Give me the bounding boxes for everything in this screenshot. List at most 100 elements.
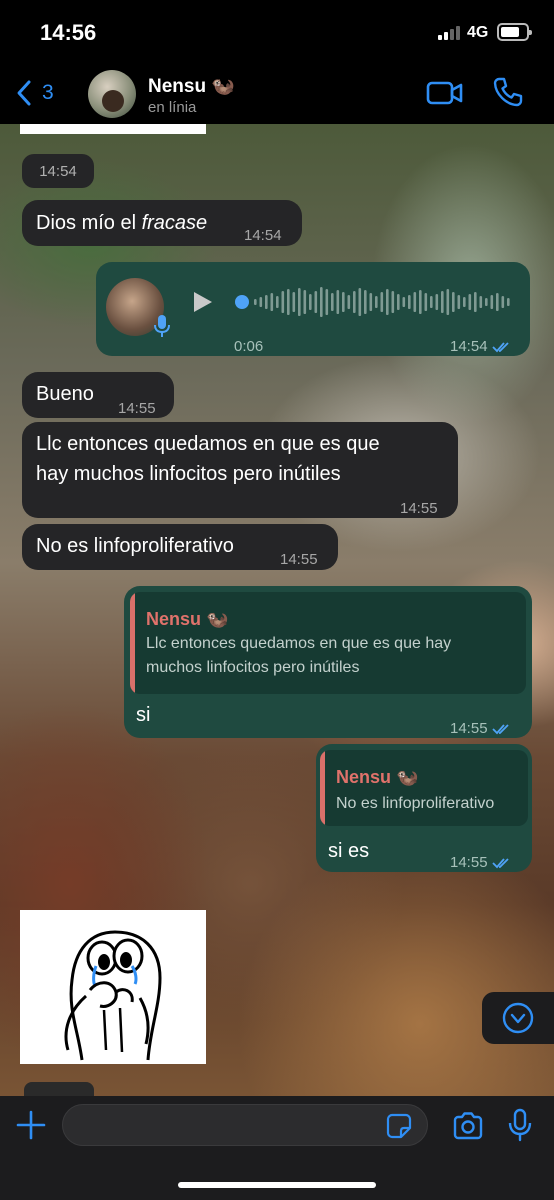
voice-duration: 0:06 <box>234 338 264 355</box>
message-time: 14:55 <box>450 714 512 744</box>
quote-text: No es linfoproliferativo <box>336 795 495 812</box>
mic-icon[interactable] <box>508 1108 532 1142</box>
home-indicator <box>178 1182 376 1188</box>
waveform-bar <box>342 292 345 312</box>
chevron-left-icon <box>17 80 31 106</box>
incoming-message[interactable]: No es linfoproliferativo 14:55 <box>22 524 338 570</box>
message-time: 14:55 <box>280 551 318 568</box>
waveform-bar <box>479 296 483 308</box>
network-type: 4G <box>467 24 489 41</box>
quoted-message[interactable]: Nensu 🦦 Llc entonces quedamos en que es … <box>130 592 526 694</box>
video-icon[interactable] <box>426 79 464 107</box>
waveform-bar <box>485 298 488 306</box>
status-time: 14:56 <box>40 20 97 45</box>
waveform-bar <box>424 293 428 311</box>
composer-bar <box>0 1096 554 1200</box>
waveform-bar <box>463 297 466 307</box>
waveform-bar <box>303 290 307 314</box>
message-time: 14:55 <box>450 848 512 878</box>
contact-status: en línia <box>148 99 197 116</box>
waveform-bars <box>235 287 516 317</box>
waveform-bar <box>457 295 461 309</box>
waveform-bar <box>386 289 389 315</box>
mic-icon <box>154 315 170 337</box>
waveform-bar <box>452 292 455 312</box>
waveform-bar <box>309 294 312 310</box>
waveform-bar <box>353 291 356 313</box>
incoming-message[interactable]: Llc entonces quedamos en que es que hay … <box>22 422 458 518</box>
message-text: Bueno <box>36 383 94 405</box>
waveform-bar <box>408 295 411 309</box>
waveform-bar <box>254 299 257 305</box>
waveform-bar <box>270 293 274 311</box>
playhead <box>235 295 249 309</box>
sticker-drawing <box>64 930 162 1061</box>
waveform-bar <box>380 292 384 312</box>
avatar[interactable] <box>88 70 136 118</box>
waveform-bar <box>496 293 499 311</box>
quote-bar <box>130 592 135 694</box>
waveform-bar <box>320 287 323 317</box>
incoming-message[interactable]: Dios mío el fracase 14:54 <box>22 200 302 246</box>
message-text: si <box>136 704 151 726</box>
scroll-to-bottom-button[interactable] <box>482 992 554 1044</box>
waveform-bar <box>259 297 263 307</box>
play-icon[interactable] <box>192 290 214 314</box>
camera-icon[interactable] <box>452 1111 484 1141</box>
voice-message[interactable]: 0:06 14:54 <box>96 262 530 356</box>
message-text: No es linfoproliferativo <box>36 535 234 557</box>
message-time: 14:54 <box>244 227 282 244</box>
waveform-bar <box>364 290 367 314</box>
waveform-bar <box>276 296 279 308</box>
sticker-image-partial[interactable] <box>20 124 206 134</box>
message-time: 14:55 <box>118 400 156 417</box>
waveform-bar <box>501 296 505 308</box>
incoming-message[interactable]: Bueno 14:55 <box>22 372 174 418</box>
battery-icon <box>497 23 532 41</box>
sticker-image[interactable] <box>20 910 206 1064</box>
waveform-bar <box>441 291 444 313</box>
waveform-bar <box>474 292 477 312</box>
quote-sender: Nensu 🦦 <box>146 609 229 629</box>
waveform-bar <box>347 295 351 309</box>
waveform[interactable] <box>234 284 516 320</box>
message-partial <box>24 1082 94 1096</box>
back-button[interactable]: 3 <box>14 76 70 110</box>
waveform-bar <box>397 294 400 310</box>
waveform-bar <box>413 292 417 312</box>
waveform-bar <box>435 294 439 310</box>
status-bar: 14:56 4G <box>0 0 554 62</box>
double-check-icon <box>491 858 509 869</box>
unread-count: 3 <box>42 81 54 104</box>
waveform-bar <box>369 293 373 311</box>
time-chip: 14:54 <box>22 154 94 188</box>
quote-text-line-2: muchos linfocitos pero inútiles <box>146 659 360 676</box>
waveform-bar <box>391 291 395 313</box>
waveform-bar <box>314 291 318 313</box>
quoted-message[interactable]: Nensu 🦦 No es linfoproliferativo <box>320 750 528 826</box>
quote-text-line-1: Llc entonces quedamos en que es que hay <box>146 635 452 652</box>
chevron-down-circle-icon <box>502 1002 534 1034</box>
waveform-bar <box>325 289 329 315</box>
sticker-icon[interactable] <box>386 1113 412 1139</box>
message-time: 14:55 <box>400 500 438 517</box>
outgoing-reply-message[interactable]: Nensu 🦦 No es linfoproliferativo si es 1… <box>316 744 532 872</box>
message-text: si es <box>328 840 370 862</box>
message-text-line-2: hay muchos linfocitos pero inútiles <box>36 463 341 485</box>
message-time: 14:54 <box>450 332 512 362</box>
waveform-bar <box>402 297 406 307</box>
waveform-bar <box>419 290 422 314</box>
signal-icon <box>438 26 464 40</box>
waveform-bar <box>281 291 285 313</box>
waveform-bar <box>468 294 472 310</box>
waveform-bar <box>358 288 362 316</box>
message-text: Dios mío el fracase <box>36 212 208 234</box>
plus-icon[interactable] <box>16 1110 46 1140</box>
waveform-bar <box>265 295 268 309</box>
waveform-bar <box>287 289 290 315</box>
double-check-icon <box>491 724 509 735</box>
phone-icon[interactable] <box>492 76 524 108</box>
outgoing-reply-message[interactable]: Nensu 🦦 Llc entonces quedamos en que es … <box>124 586 532 738</box>
contact-name[interactable]: Nensu 🦦 <box>148 74 235 98</box>
message-input[interactable] <box>62 1104 428 1146</box>
